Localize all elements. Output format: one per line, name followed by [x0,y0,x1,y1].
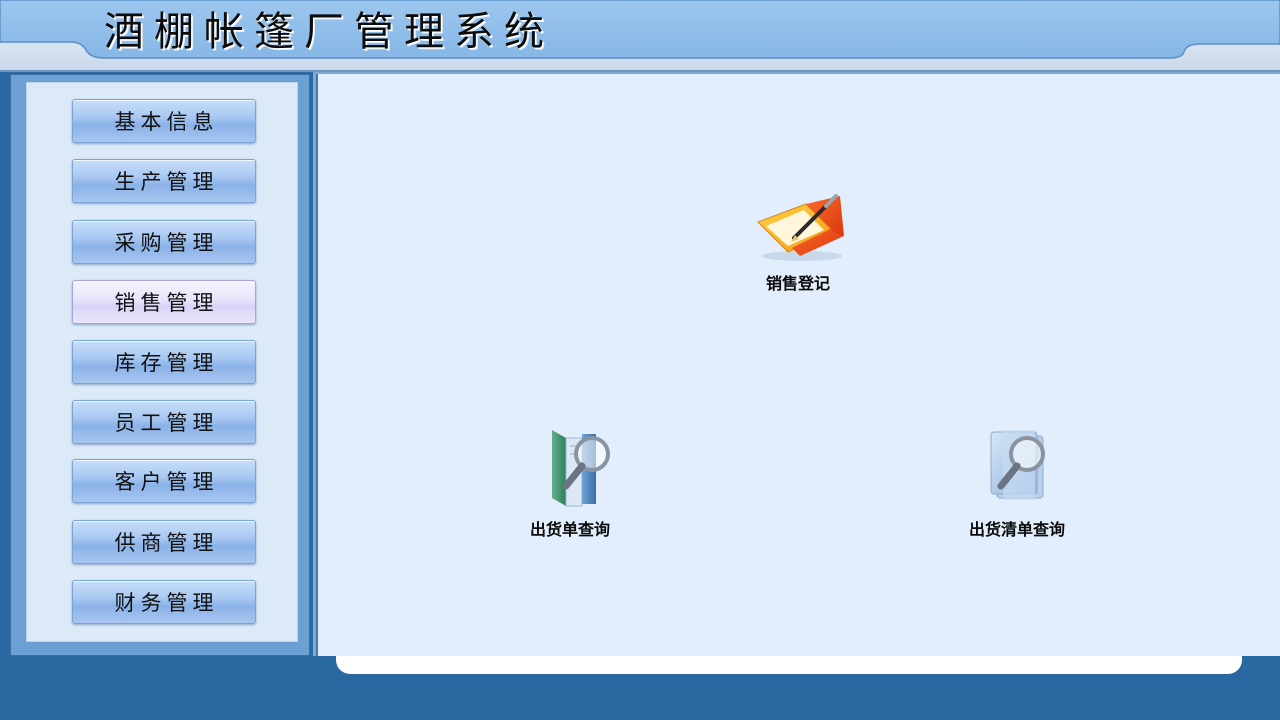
shipment-list-query-shortcut[interactable]: 出货清单查询 [942,424,1092,540]
nav-purchase-button[interactable]: 采购管理 [72,220,256,264]
shipment-query-shortcut[interactable]: 出货单查询 [505,424,635,540]
nav-staff-button[interactable]: 员工管理 [72,400,256,444]
nav-label: 生产管理 [114,170,219,194]
nav-label: 库存管理 [114,351,219,375]
shipment-query-icon [552,430,610,507]
nav-production-button[interactable]: 生产管理 [72,159,256,203]
nav-label: 财务管理 [114,591,219,615]
app-title: 酒棚帐篷厂管理系统 [104,9,554,55]
footer-tab [336,656,1242,674]
nav-label: 基本信息 [114,110,219,134]
nav-sales-button[interactable]: 销售管理 [72,280,256,324]
nav-customer-button[interactable]: 客户管理 [72,459,256,503]
shipment-list-query-icon [990,430,1045,500]
sales-register-icon [757,194,844,261]
header-bar: 酒棚帐篷厂管理系统 [0,0,1280,72]
nav-basic-info-button[interactable]: 基本信息 [72,99,256,143]
shortcut-label: 出货清单查询 [968,520,1065,539]
main-content-area [316,74,1280,656]
shortcut-label: 销售登记 [765,274,830,293]
nav-label: 销售管理 [114,291,219,315]
sales-register-shortcut[interactable]: 销售登记 [738,186,858,294]
shortcut-label: 出货单查询 [529,520,610,539]
nav-finance-button[interactable]: 财务管理 [72,580,256,624]
nav-label: 员工管理 [114,411,219,435]
nav-label: 客户管理 [114,470,219,494]
nav-label: 供商管理 [114,531,219,555]
nav-supplier-button[interactable]: 供商管理 [72,520,256,564]
nav-inventory-button[interactable]: 库存管理 [72,340,256,384]
nav-label: 采购管理 [114,231,219,255]
